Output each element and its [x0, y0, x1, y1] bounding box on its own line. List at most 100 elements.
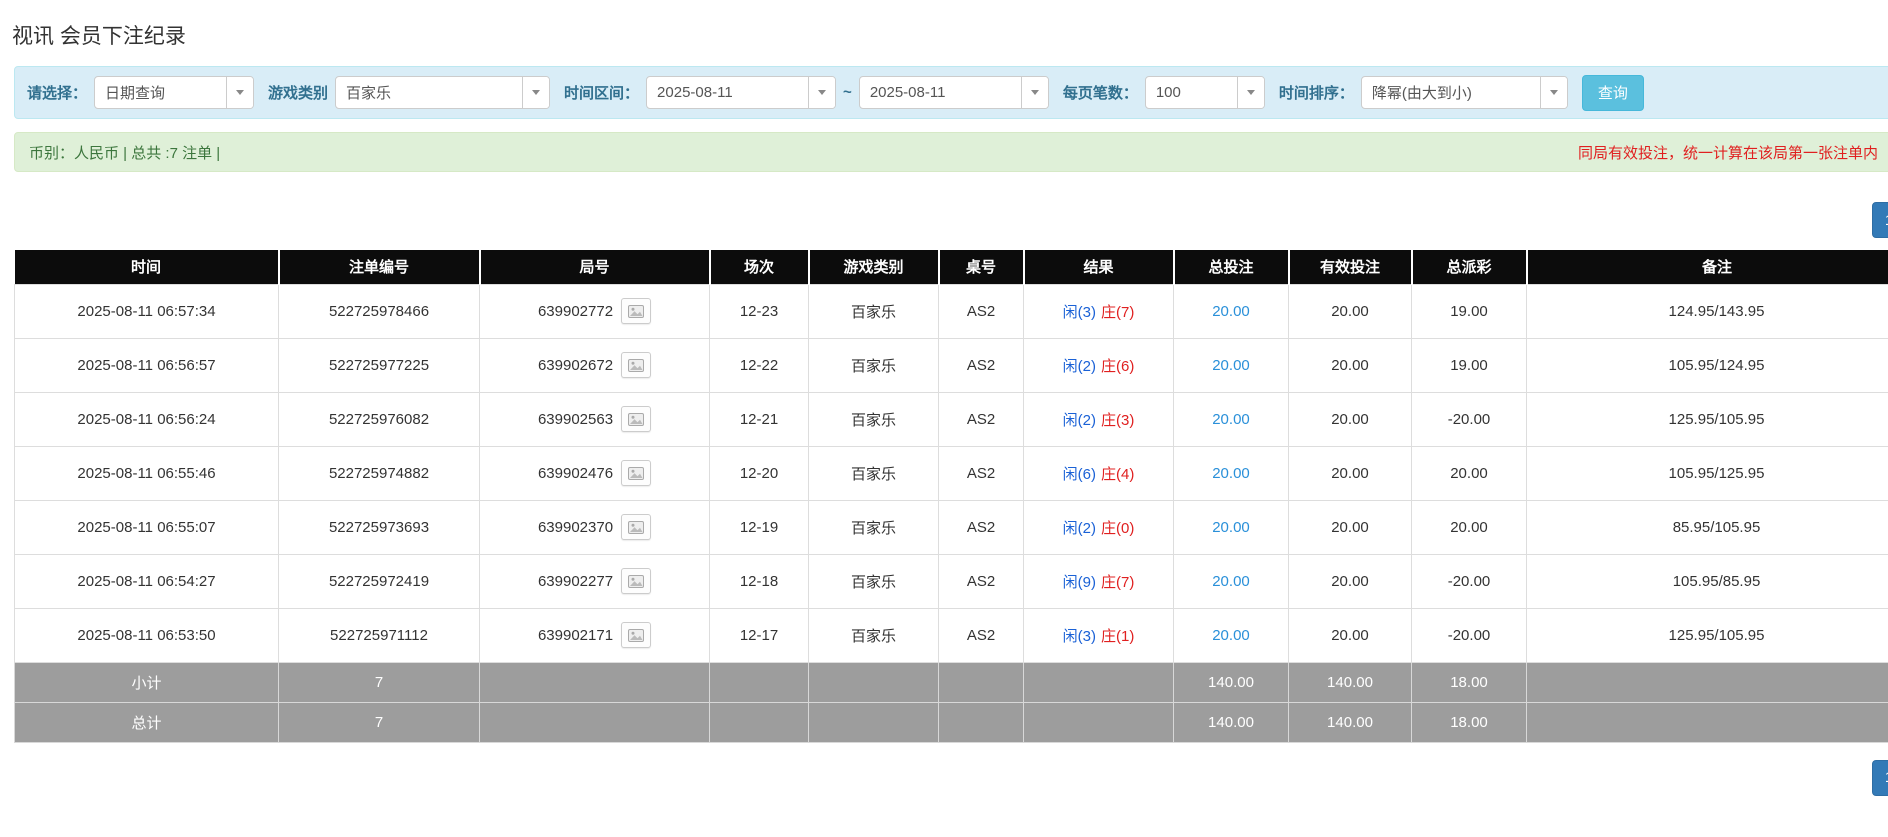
total-bet-link[interactable]: 20.00 [1212, 357, 1250, 374]
table-row: 2025-08-11 06:55:07 522725973693 6399023… [15, 500, 1888, 554]
game-type-group: 游戏类别 百家乐 [268, 76, 550, 109]
cell-result: 闲(6) 庄(4) [1024, 446, 1174, 500]
cell-time: 2025-08-11 06:54:27 [15, 554, 279, 608]
round-number: 639902476 [538, 465, 613, 482]
round-number: 639902277 [538, 573, 613, 590]
summary-cell [809, 702, 939, 742]
page-1-button[interactable]: 1 [1872, 760, 1888, 796]
cell-total-bet: 20.00 [1174, 554, 1289, 608]
sort-label: 时间排序： [1279, 82, 1354, 103]
pagination-top: 1 [14, 202, 1888, 238]
table-row: 2025-08-11 06:53:50 522725971112 6399021… [15, 608, 1888, 662]
cell-table-no: AS2 [939, 554, 1024, 608]
cell-total-bet: 20.00 [1174, 446, 1289, 500]
replay-icon[interactable] [621, 568, 651, 594]
cell-time: 2025-08-11 06:53:50 [15, 608, 279, 662]
cell-game-type: 百家乐 [809, 392, 939, 446]
cell-valid-bet: 20.00 [1289, 284, 1412, 338]
result-banker: 庄(7) [1101, 304, 1134, 321]
replay-icon[interactable] [621, 406, 651, 432]
total-bet-link[interactable]: 20.00 [1212, 411, 1250, 428]
cell-result: 闲(9)庄(7) [1024, 554, 1174, 608]
cell-payout: -20.00 [1412, 608, 1527, 662]
chevron-down-icon[interactable] [808, 77, 835, 108]
column-header: 时间 [15, 250, 279, 284]
game-type-value: 百家乐 [336, 77, 522, 108]
sort-select[interactable]: 降幂(由大到小) [1361, 76, 1568, 109]
cell-game-type: 百家乐 [809, 446, 939, 500]
result-player: 闲(2) [1063, 358, 1096, 375]
replay-icon[interactable] [621, 622, 651, 648]
column-header: 桌号 [939, 250, 1024, 284]
result-player: 闲(2) [1063, 412, 1096, 429]
query-type-label: 请选择： [27, 82, 87, 103]
result-player: 闲(9) [1063, 574, 1096, 591]
total-bet-link[interactable]: 20.00 [1212, 627, 1250, 644]
page-size-select[interactable]: 100 [1145, 76, 1265, 109]
total-bet-link[interactable]: 20.00 [1212, 519, 1250, 536]
column-header: 游戏类别 [809, 250, 939, 284]
result-player: 闲(3) [1063, 304, 1096, 321]
search-button[interactable]: 查询 [1582, 75, 1644, 111]
cell-remark: 105.95/125.95 [1527, 446, 1888, 500]
chevron-down-icon[interactable] [226, 77, 253, 108]
cell-time: 2025-08-11 06:56:24 [15, 392, 279, 446]
cell-bet-id: 522725974882 [279, 446, 480, 500]
page-1-button[interactable]: 1 [1872, 202, 1888, 238]
cell-total-bet: 20.00 [1174, 284, 1289, 338]
cell-round: 639902672 [480, 338, 710, 392]
cell-session: 12-21 [710, 392, 809, 446]
table-row: 2025-08-11 06:56:57 522725977225 6399026… [15, 338, 1888, 392]
date-range-group: 时间区间： 2025-08-11 ~ 2025-08-11 [564, 76, 1049, 109]
cell-remark: 124.95/143.95 [1527, 284, 1888, 338]
total-bet-link[interactable]: 20.00 [1212, 573, 1250, 590]
chevron-down-icon[interactable] [1021, 77, 1048, 108]
round-number: 639902563 [538, 411, 613, 428]
cell-result: 闲(2) 庄(6) [1024, 338, 1174, 392]
game-type-select[interactable]: 百家乐 [335, 76, 550, 109]
page-size-group: 每页笔数： 100 [1063, 76, 1265, 109]
summary-cell: 140.00 [1289, 702, 1412, 742]
round-number: 639902171 [538, 627, 613, 644]
cell-table-no: AS2 [939, 608, 1024, 662]
column-header: 场次 [710, 250, 809, 284]
cell-table-no: AS2 [939, 500, 1024, 554]
cell-game-type: 百家乐 [809, 284, 939, 338]
round-number: 639902772 [538, 303, 613, 320]
total-bet-link[interactable]: 20.00 [1212, 303, 1250, 320]
date-separator: ~ [843, 84, 852, 101]
result-banker: 庄(1) [1101, 628, 1134, 645]
cell-valid-bet: 20.00 [1289, 338, 1412, 392]
chevron-down-icon[interactable] [522, 77, 549, 108]
cell-remark: 125.95/105.95 [1527, 608, 1888, 662]
filter-bar: 请选择： 日期查询 游戏类别 百家乐 时间区间： 2025-08-11 ~ 20… [14, 66, 1888, 119]
result-banker: 庄(6) [1101, 358, 1134, 375]
page-size-label: 每页笔数： [1063, 82, 1138, 103]
summary-cell: 140.00 [1174, 702, 1289, 742]
cell-remark: 85.95/105.95 [1527, 500, 1888, 554]
replay-icon[interactable] [621, 460, 651, 486]
sort-group: 时间排序： 降幂(由大到小) [1279, 76, 1568, 109]
date-to-select[interactable]: 2025-08-11 [859, 76, 1049, 109]
replay-icon[interactable] [621, 352, 651, 378]
cell-round: 639902476 [480, 446, 710, 500]
date-from-select[interactable]: 2025-08-11 [646, 76, 836, 109]
replay-icon[interactable] [621, 514, 651, 540]
currency-summary-text: 币别：人民币 | 总共 :7 注单 | [29, 142, 220, 163]
cell-time: 2025-08-11 06:55:46 [15, 446, 279, 500]
total-bet-link[interactable]: 20.00 [1212, 465, 1250, 482]
cell-bet-id: 522725972419 [279, 554, 480, 608]
cell-round: 639902277 [480, 554, 710, 608]
summary-cell [480, 662, 710, 702]
round-number: 639902672 [538, 357, 613, 374]
result-banker: 庄(4) [1101, 466, 1134, 483]
summary-cell: 7 [279, 702, 480, 742]
result-player: 闲(6) [1063, 466, 1096, 483]
query-type-select[interactable]: 日期查询 [94, 76, 254, 109]
replay-icon[interactable] [621, 298, 651, 324]
chevron-down-icon[interactable] [1237, 77, 1264, 108]
summary-cell [710, 662, 809, 702]
table-row: 2025-08-11 06:55:46 522725974882 6399024… [15, 446, 1888, 500]
chevron-down-icon[interactable] [1540, 77, 1567, 108]
table-row: 2025-08-11 06:56:24 522725976082 6399025… [15, 392, 1888, 446]
